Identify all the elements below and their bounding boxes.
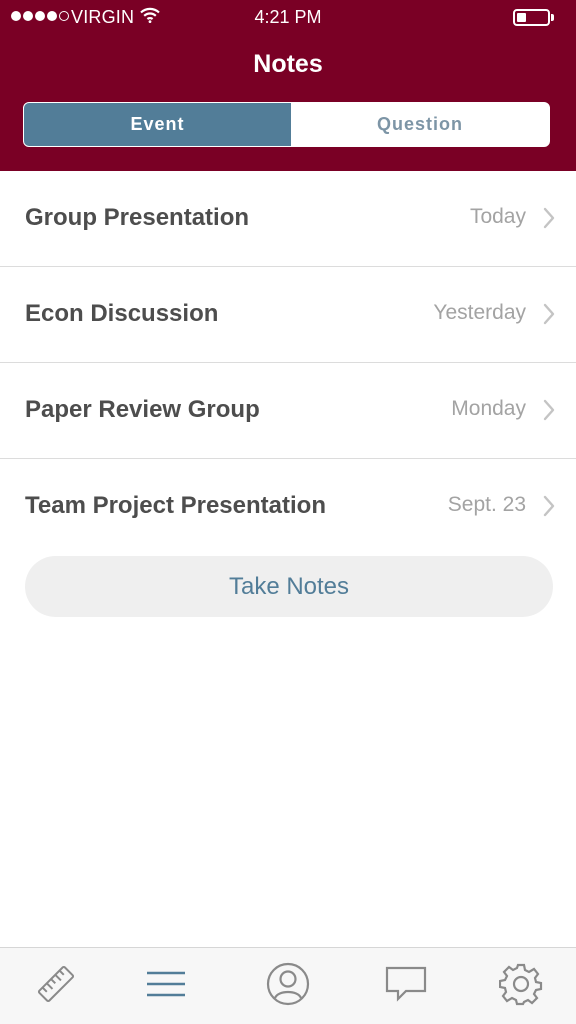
note-row[interactable]: Econ Discussion Yesterday: [0, 267, 576, 363]
chat-icon: [384, 964, 428, 1009]
note-row[interactable]: Team Project Presentation Sept. 23: [0, 459, 576, 555]
header: VIRGIN 4:21 PM Notes Event Question: [0, 0, 576, 171]
segmented-control: Event Question: [23, 102, 550, 147]
menu-icon: [145, 969, 187, 1004]
chevron-right-icon: [543, 399, 555, 426]
note-row[interactable]: Group Presentation Today: [0, 171, 576, 267]
battery-icon: [513, 9, 550, 26]
segment-question[interactable]: Question: [291, 103, 549, 146]
note-date: Monday: [451, 397, 526, 420]
battery-level-fill: [517, 13, 526, 22]
status-time: 4:21 PM: [254, 7, 322, 27]
notes-list: Group Presentation Today Econ Discussion…: [0, 171, 576, 555]
note-date: Sept. 23: [447, 493, 526, 516]
status-bar: VIRGIN 4:21 PM: [0, 0, 576, 34]
tab-ruler[interactable]: [34, 964, 78, 1008]
ruler-icon: [36, 964, 76, 1009]
note-title: Econ Discussion: [25, 300, 219, 327]
tab-settings[interactable]: [498, 962, 543, 1011]
note-date: Today: [469, 205, 526, 228]
battery-cap: [551, 14, 554, 21]
segment-event[interactable]: Event: [24, 103, 291, 146]
tab-profile[interactable]: [266, 962, 310, 1011]
page-title: Notes: [253, 50, 323, 78]
tab-chat[interactable]: [384, 964, 428, 1008]
tab-menu[interactable]: [144, 964, 188, 1008]
note-row[interactable]: Paper Review Group Monday: [0, 363, 576, 459]
note-title: Group Presentation: [25, 204, 250, 231]
note-title: Paper Review Group: [25, 396, 260, 423]
settings-gear-icon: [498, 962, 543, 1011]
chevron-right-icon: [543, 303, 555, 330]
note-title: Team Project Presentation: [25, 492, 326, 519]
chevron-right-icon: [543, 207, 555, 234]
take-notes-button[interactable]: Take Notes: [25, 556, 553, 617]
chevron-right-icon: [543, 495, 555, 522]
note-date: Yesterday: [433, 301, 526, 324]
tab-bar: [0, 947, 576, 1024]
profile-icon: [266, 962, 310, 1011]
